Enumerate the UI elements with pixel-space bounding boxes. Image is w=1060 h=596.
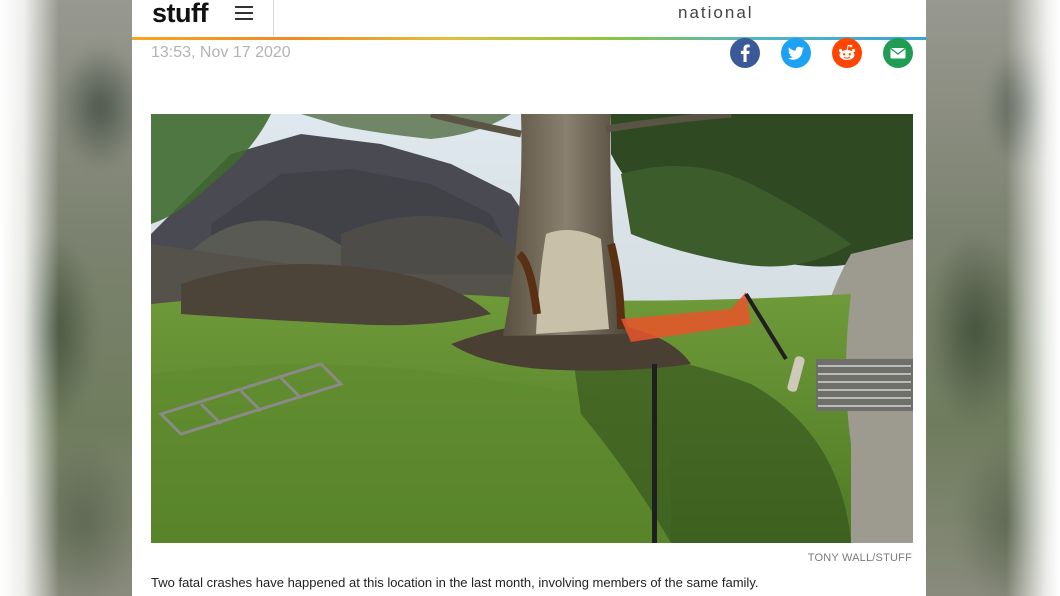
twitter-share-button[interactable]: [781, 38, 811, 68]
article-timestamp: 13:53, Nov 17 2020: [151, 44, 291, 61]
facebook-icon: [740, 44, 750, 62]
blurred-background-left: [0, 0, 132, 596]
email-icon: [890, 47, 906, 59]
blurred-background-right: [926, 0, 1060, 596]
email-share-button[interactable]: [883, 38, 913, 68]
photo-credit: TONY WALL/STUFF: [807, 552, 912, 564]
section-title[interactable]: national: [678, 3, 754, 23]
facebook-share-button[interactable]: [730, 38, 760, 68]
site-header: stuff national: [132, 0, 926, 37]
crash-site-tree-photo: [151, 114, 913, 543]
article-page: stuff national 13:53, Nov 17 2020 TONY W…: [132, 0, 926, 596]
hamburger-menu-icon[interactable]: [235, 6, 253, 24]
header-divider: [273, 0, 274, 36]
twitter-icon: [788, 46, 804, 60]
reddit-share-button[interactable]: [832, 38, 862, 68]
article-photo: [151, 114, 913, 543]
site-logo[interactable]: stuff: [152, 0, 208, 29]
reddit-icon: [838, 44, 856, 60]
photo-caption: Two fatal crashes have happened at this …: [151, 575, 759, 590]
